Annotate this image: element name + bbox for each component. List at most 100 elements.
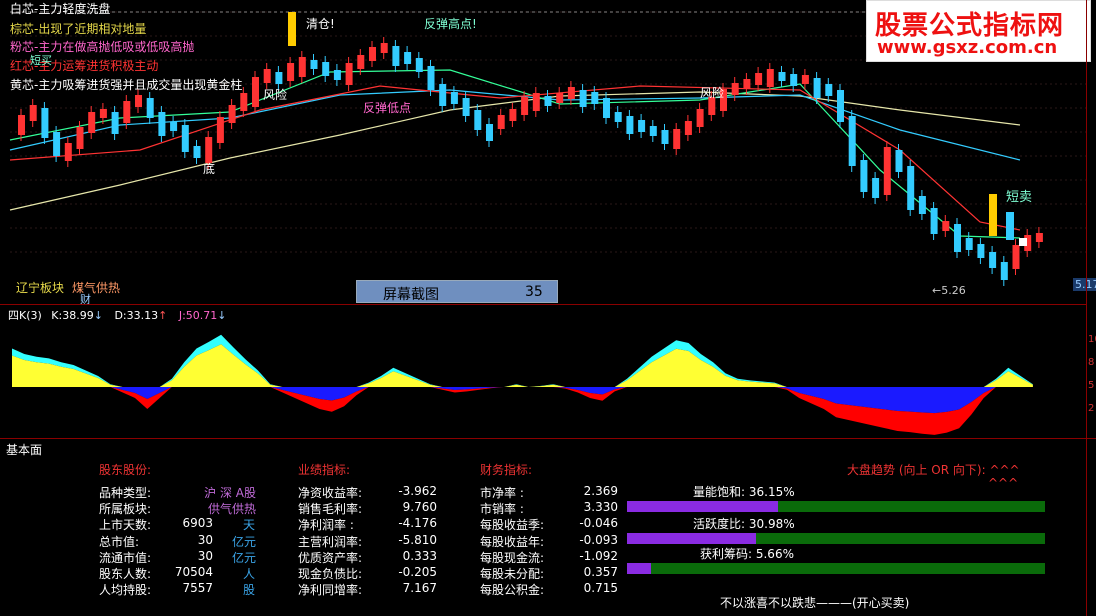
performance-label: 主营利润率: [298,534,363,549]
candle-body [731,83,739,95]
candle-body [989,252,997,268]
finance-value: -1.092 [579,548,618,563]
candle-body [684,121,692,135]
shareholder-unit: 亿元 [232,534,257,549]
kdj-oscillator-chart [12,334,1033,435]
osc-d-value: 33.13 [126,309,159,322]
bar-label-profit: 获利筹码: 5.66% [700,547,794,561]
finance-label: 每股未分配: [480,567,545,581]
watermark-url: www.gsxz.com.cn [877,37,1058,58]
candle-body [322,62,330,76]
osc-axis-5: 5 [1088,380,1095,391]
clear-annotation: 清仓! [306,17,335,31]
candle-body [918,196,926,214]
shareholder-unit: 股 [243,583,256,598]
finance-label: 市销率 : [480,502,524,517]
candle-body [392,46,400,66]
performance-value: -3.962 [398,484,437,498]
finance-label: 每股公积金: [480,583,545,598]
candle-body [135,95,142,107]
performance-value: -4.176 [398,516,437,531]
candle-body [158,112,166,136]
screenshot-button[interactable]: 屏幕截图 35 [356,280,558,303]
candle-body [111,112,119,134]
candle-body [1019,238,1027,246]
finance-value: 2.369 [583,484,618,498]
performance-label: 净利润率 : [298,518,354,533]
finance-value: -0.046 [579,516,618,531]
candle-body [29,105,37,121]
osc-k-arrow: ↓ [93,309,103,322]
gold-candle [989,194,997,236]
osc-d-arrow: ↑ [158,309,168,322]
shareholder-value: 7557 [182,581,213,596]
candle-body [345,63,353,85]
candle-body [1006,212,1014,240]
shareholder-label: 流通市值: [99,550,152,565]
fundamentals-panel: 基本面 股东股份: 业绩指标: 财务指标: 大盘趋势 (向上 OR 向下): ^… [0,438,1096,616]
candle-body [907,166,915,210]
performance-value: 7.167 [402,581,437,596]
candle-body [825,84,833,96]
candle-body [778,72,786,81]
candle-body [181,125,189,152]
finance-value: 0.357 [583,565,618,579]
short-sell-annotation: 短卖 [1006,190,1033,205]
osc-j-label: J: [178,309,186,322]
osc-axis-8: 8 [1088,357,1095,368]
shareholder-value: 沪 深 A股 [204,486,256,500]
oscillator-header: 四K(3) K:38.99↓ D:33.13↑ J:50.71↓ [8,307,227,323]
candle-body [532,93,540,111]
candle-body [486,124,493,141]
profit-chips-bar [627,563,1045,574]
finance-value: 0.715 [583,581,618,596]
sector-label: 辽宁板块 [16,281,65,295]
osc-k-label: K: [51,309,63,322]
bar-label-volume: 量能饱和: 36.15% [693,485,795,499]
shareholder-label: 品种类型: [99,486,152,500]
candle-body [497,115,505,129]
shareholder-unit: 天 [243,518,256,533]
candle-body [591,92,599,104]
candle-body [228,105,236,123]
volume-saturation-fill [627,501,779,512]
shareholder-value: 供气供热 [207,502,256,517]
legend-item-yellow: 黄芯-主力吸筹进货强并且成交量出现黄金柱 [10,78,243,92]
candle-body [275,72,283,84]
candle-body [369,47,376,61]
shareholder-value: 30 [197,548,213,563]
candle-body [638,120,646,132]
legend-item-white: 白芯-主力轻度洗盘 [10,2,111,16]
finance-label: 每股收益季: [480,518,545,533]
candle-body [977,244,985,258]
candle-body [88,112,96,133]
rebound-low-annotation: 反弹低点 [363,101,412,115]
candle-body [146,98,154,118]
finance-value: 3.330 [583,500,618,515]
shareholder-label: 股东人数: [99,567,152,581]
performance-value: 0.333 [402,548,437,563]
bar-label-activity: 活跃度比: 30.98% [693,517,795,531]
candle-body [298,57,306,77]
candle-body [76,127,84,149]
candle-body [64,143,72,161]
candle-body [965,238,973,250]
candle-body [743,79,751,89]
candle-body [380,43,388,53]
shareholder-header: 股东股份: [99,463,152,477]
candle-body [883,147,891,195]
candle-body [521,97,529,115]
candle-body [99,109,107,118]
shareholder-unit: 亿元 [232,550,257,565]
candle-body [603,98,610,118]
performance-value: -0.205 [398,565,437,579]
osc-j-value: 50.71 [185,309,218,322]
osc-name: 四K(3) [8,309,42,322]
candle-body [18,115,25,135]
candle-body [556,93,564,103]
footer-motto: 不以涨喜不以跌悲———(开心买卖) [720,596,910,610]
short-buy-annotation: 短买 [30,54,52,67]
candle-body [252,77,259,107]
shareholder-label: 人均持股: [99,583,152,598]
candle-body [1035,233,1043,242]
